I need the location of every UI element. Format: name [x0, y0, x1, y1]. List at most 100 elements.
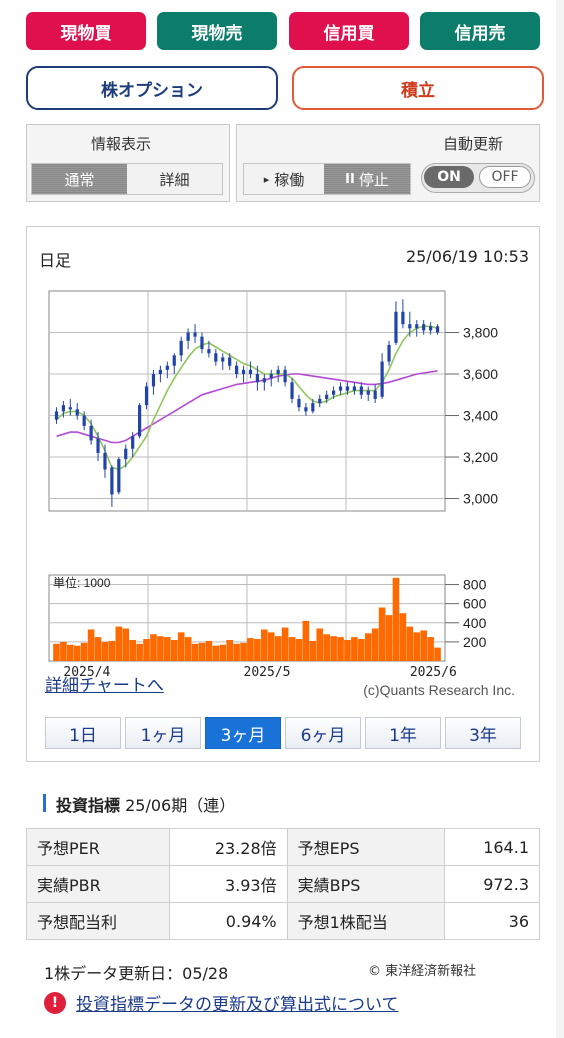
wide-buttons: 株オプション 積立: [26, 66, 544, 110]
indicator-value: 972.3: [444, 865, 540, 903]
volume-bar: [406, 626, 414, 661]
volume-bar: [170, 639, 178, 661]
stock-chart-card: 日足 25/06/19 10:53 3,800 3,600 3,400 3,200 3,…: [26, 226, 540, 762]
volume-bar: [198, 642, 206, 661]
candle-body: [429, 326, 433, 331]
detail-view-button[interactable]: 詳細: [127, 164, 222, 194]
indicator-key: 予想1株配当: [286, 902, 446, 940]
candle-body: [332, 390, 336, 395]
candle-body: [290, 382, 294, 399]
volume-bar: [73, 645, 81, 661]
volume-bar: [274, 636, 282, 661]
period-1d-button[interactable]: 1日: [45, 717, 121, 749]
chart-datetime: 25/06/19 10:53: [405, 247, 529, 266]
price-tick-label: 3,600: [463, 366, 498, 382]
volume-bar: [364, 633, 372, 661]
volume-bar: [254, 639, 261, 661]
volume-bar: [288, 637, 296, 661]
candle-body: [408, 324, 412, 329]
volume-bar: [136, 643, 143, 661]
candle-body: [283, 369, 287, 383]
auto-update-off[interactable]: OFF: [479, 166, 531, 188]
section-accent-bar: [43, 794, 46, 812]
candle-body: [255, 374, 259, 383]
candle-body: [207, 349, 211, 354]
candle-body: [304, 407, 308, 412]
candle-body: [269, 374, 273, 379]
volume-bar: [157, 636, 164, 661]
candle-body: [366, 390, 370, 395]
play-icon: ▸: [263, 172, 270, 186]
volume-bar: [378, 607, 386, 661]
candle-body: [75, 409, 79, 416]
table-row: 実績PBR 3.93倍 実績BPS 972.3: [25, 865, 540, 903]
volume-bar: [87, 629, 95, 661]
candle-body: [110, 467, 114, 495]
volume-bar: [392, 577, 400, 661]
volume-bar: [323, 634, 330, 661]
volume-bar: [60, 641, 67, 661]
chart-credit: (c)Quants Research Inc.: [363, 682, 515, 698]
candle-body: [297, 398, 301, 408]
indicator-key: 予想PER: [25, 828, 171, 866]
candle-body: [117, 459, 121, 493]
stock-option-button[interactable]: 株オプション: [26, 66, 278, 110]
data-updated-date: 1株データ更新日：05/28: [44, 964, 229, 983]
auto-update-switch[interactable]: ON OFF: [421, 163, 535, 193]
candle-body: [221, 357, 225, 362]
period-6m-button[interactable]: 6ヶ月: [285, 717, 361, 749]
genbutsu-sell-button[interactable]: 現物売: [157, 12, 277, 50]
page-scrollbar[interactable]: [556, 0, 564, 1038]
update-control-panel: 自動更新 ▸ 稼働 II 停止 ON OFF: [236, 124, 540, 202]
volume-bar: [316, 628, 324, 661]
stop-button[interactable]: II 停止: [324, 164, 410, 194]
volume-unit-label: 単位: 1000: [53, 575, 111, 590]
period-3y-button[interactable]: 3年: [445, 717, 521, 749]
volume-bar: [358, 639, 365, 661]
candle-body: [89, 425, 93, 441]
chart-period-label: 日足: [39, 251, 72, 270]
volume-bar: [420, 630, 427, 661]
volume-bar: [337, 637, 344, 661]
price-tick-label: 3,800: [463, 325, 498, 341]
stop-label: 停止: [358, 170, 389, 189]
volume-bar: [344, 639, 351, 661]
volume-bar: [434, 647, 441, 661]
volume-bar: [226, 639, 233, 661]
volume-bar: [302, 620, 310, 661]
period-1y-button[interactable]: 1年: [365, 717, 441, 749]
volume-bar: [150, 634, 157, 661]
candle-body: [200, 336, 204, 350]
period-selector: 1日 1ヶ月 3ヶ月 6ヶ月 1年 3年: [45, 717, 525, 753]
x-axis-label: 2025/6: [410, 665, 457, 680]
info-display-toggle: 通常 詳細: [31, 163, 223, 195]
period-3m-button[interactable]: 3ヶ月: [205, 717, 281, 749]
indicator-notice-link[interactable]: 投資指標データの更新及び算出式について: [76, 990, 399, 1015]
volume-bar: [371, 628, 379, 661]
candle-body: [318, 398, 322, 404]
volume-bar: [177, 632, 185, 661]
indicator-value: 23.28倍: [169, 828, 288, 866]
candlestick-chart: 3,800 3,600 3,400 3,200 3,000 800 600 400 200 単位:…: [48, 290, 515, 698]
indicator-key: 実績PBR: [25, 865, 171, 903]
candle-body: [193, 332, 197, 337]
table-row: 予想配当利 0.94% 予想1株配当 36: [25, 902, 540, 940]
volume-bar: [281, 627, 289, 661]
auto-update-on[interactable]: ON: [424, 166, 474, 188]
run-button[interactable]: ▸ 稼働: [244, 164, 324, 194]
shinyo-sell-button[interactable]: 信用売: [420, 12, 540, 50]
data-source: © 東洋経済新報社: [368, 964, 477, 979]
volume-bar: [212, 645, 220, 661]
candle-body: [248, 369, 253, 375]
normal-view-button[interactable]: 通常: [32, 164, 127, 194]
indicator-value: 0.94%: [169, 902, 288, 940]
detail-chart-link[interactable]: 詳細チャートへ: [45, 671, 164, 696]
candle-body: [124, 448, 128, 460]
genbutsu-buy-button[interactable]: 現物買: [26, 12, 146, 50]
volume-bar: [122, 628, 130, 661]
shinyo-buy-button[interactable]: 信用買: [289, 12, 409, 50]
trade-buttons: 現物買 現物売 信用買 信用売: [26, 12, 540, 52]
volume-bar: [261, 629, 268, 661]
tsumitate-button[interactable]: 積立: [292, 66, 544, 110]
period-1m-button[interactable]: 1ヶ月: [125, 717, 201, 749]
